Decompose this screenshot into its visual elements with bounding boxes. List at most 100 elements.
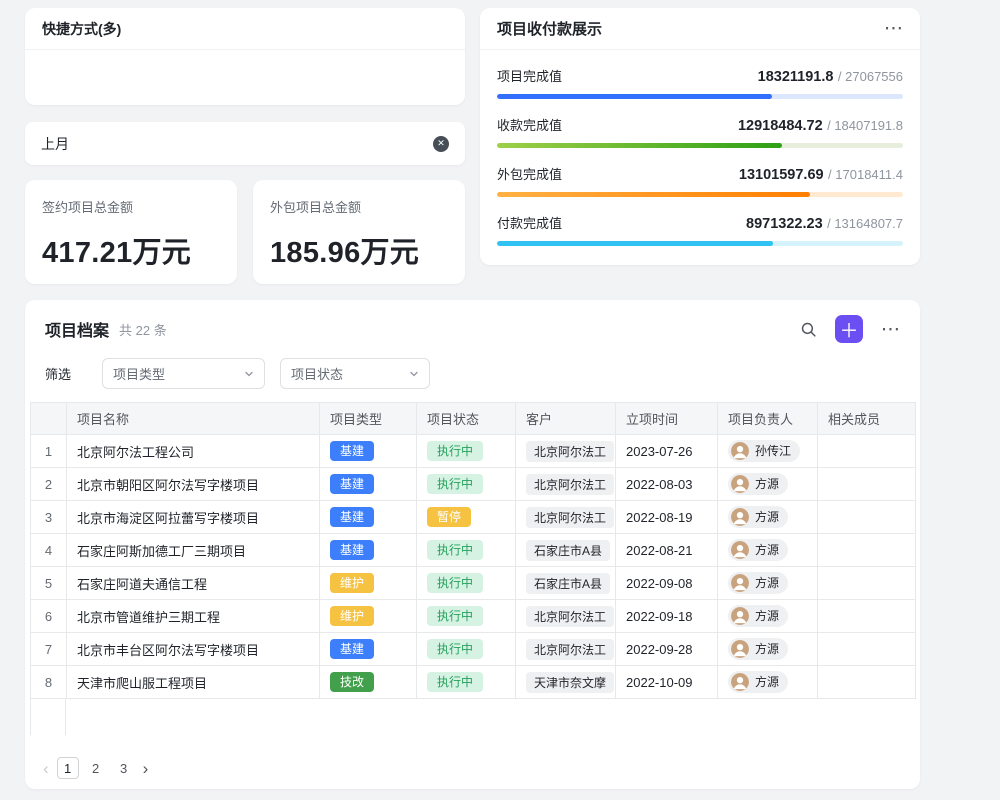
avatar [731,607,749,625]
month-filter[interactable]: 上月 ✕ [25,122,465,165]
next-page-icon[interactable]: › [141,760,151,777]
column-header[interactable]: 项目负责人 [718,403,818,435]
status-tag: 执行中 [427,441,483,461]
progress-bar [497,143,903,148]
table-row[interactable]: 8 天津市爬山服工程项目 技改 执行中 天津市奈文摩 2022-10-09 方源 [31,666,916,699]
projects-title: 项目档案 [45,317,109,341]
members-cell [818,468,916,501]
owner-name: 方源 [755,673,779,690]
new-row-strip[interactable] [30,699,66,735]
stat-value: 417.21万元 [42,229,220,271]
project-status-cell: 执行中 [417,468,516,501]
project-type-cell: 基建 [320,633,417,666]
customer-tag: 北京阿尔法工 [526,507,614,528]
stat-card-outsourced: 外包项目总金额 185.96万元 [253,180,465,284]
owner-cell: 方源 [718,501,818,534]
avatar [731,673,749,691]
column-header[interactable]: 项目状态 [417,403,516,435]
avatar [731,508,749,526]
more-icon[interactable]: ⋯ [884,19,903,38]
avatar [731,442,749,460]
table-row[interactable]: 4 石家庄阿斯加德工厂三期项目 基建 执行中 石家庄市A县 2022-08-21… [31,534,916,567]
column-header[interactable]: 立项时间 [616,403,718,435]
metric-value: 18321191.8 [758,69,834,85]
status-tag: 执行中 [427,639,483,659]
page-list: 123 [57,757,135,779]
table-row[interactable]: 7 北京市丰台区阿尔法写字楼项目 基建 执行中 北京阿尔法工 2022-09-2… [31,633,916,666]
customer-tag: 石家庄市A县 [526,573,610,594]
column-header[interactable]: 客户 [516,403,616,435]
start-date-cell: 2022-09-08 [616,567,718,600]
status-tag: 执行中 [427,672,483,692]
table-row[interactable]: 3 北京市海淀区阿拉蕾写字楼项目 基建 暂停 北京阿尔法工 2022-08-19… [31,501,916,534]
members-cell [818,534,916,567]
table-row[interactable]: 1 北京阿尔法工程公司 基建 执行中 北京阿尔法工 2023-07-26 孙传江 [31,435,916,468]
customer-cell: 石家庄市A县 [516,534,616,567]
column-header[interactable]: 项目类型 [320,403,417,435]
progress-fill [497,143,782,148]
column-header[interactable]: 项目名称 [67,403,320,435]
row-number-header [31,403,67,435]
type-tag: 技改 [330,672,374,692]
status-tag: 执行中 [427,573,483,593]
chevron-down-icon [409,369,419,379]
project-status-cell: 执行中 [417,633,516,666]
avatar [731,574,749,592]
owner-pill: 方源 [728,473,788,495]
payments-title: 项目收付款展示 [497,18,602,39]
metric-row: 项目完成值 18321191.8 / 27067556 [497,66,903,99]
record-count: 共 22 条 [119,320,167,339]
page-button[interactable]: 2 [85,757,107,779]
card-actions: ＋ ⋯ [800,315,900,343]
more-icon[interactable]: ⋯ [881,320,900,339]
row-number: 5 [31,567,67,600]
start-date-cell: 2022-08-21 [616,534,718,567]
customer-tag: 北京阿尔法工 [526,606,614,627]
status-tag: 执行中 [427,474,483,494]
stat-label: 外包项目总金额 [270,197,448,216]
project-type-cell: 基建 [320,468,417,501]
type-tag: 基建 [330,540,374,560]
table-row[interactable]: 2 北京市朝阳区阿尔法写字楼项目 基建 执行中 北京阿尔法工 2022-08-0… [31,468,916,501]
status-tag: 暂停 [427,507,471,527]
filter-dropdown-project-type[interactable]: 项目类型 [102,358,265,389]
owner-name: 方源 [755,640,779,657]
clear-icon[interactable]: ✕ [433,136,449,152]
column-header[interactable]: 相关成员 [818,403,916,435]
members-cell [818,666,916,699]
project-type-cell: 维护 [320,600,417,633]
search-icon[interactable] [800,321,817,338]
add-record-button[interactable]: ＋ [835,315,863,343]
owner-name: 方源 [755,508,779,525]
row-number: 1 [31,435,67,468]
owner-pill: 方源 [728,638,788,660]
filter-dropdown-project-status[interactable]: 项目状态 [280,358,430,389]
dropdown-value: 项目状态 [291,364,343,383]
status-tag: 执行中 [427,540,483,560]
project-status-cell: 执行中 [417,567,516,600]
prev-page-icon[interactable]: ‹ [41,760,51,777]
owner-pill: 方源 [728,539,788,561]
project-status-cell: 执行中 [417,435,516,468]
type-tag: 基建 [330,474,374,494]
shortcuts-title: 快捷方式(多) [42,19,121,39]
metric-value: 8971322.23 [746,216,823,232]
owner-cell: 方源 [718,633,818,666]
payments-card-header: 项目收付款展示 ⋯ [480,8,920,50]
start-date-cell: 2022-10-09 [616,666,718,699]
owner-cell: 方源 [718,567,818,600]
month-filter-label: 上月 [41,134,69,154]
chevron-down-icon [244,369,254,379]
table-row[interactable]: 6 北京市管道维护三期工程 维护 执行中 北京阿尔法工 2022-09-18 方… [31,600,916,633]
owner-name: 方源 [755,574,779,591]
row-number: 7 [31,633,67,666]
metrics-list: 项目完成值 18321191.8 / 27067556 收款完成值 129184… [480,50,920,246]
shortcuts-card-header: 快捷方式(多) [25,8,465,50]
page-button[interactable]: 1 [57,757,79,779]
table-row[interactable]: 5 石家庄阿道夫通信工程 维护 执行中 石家庄市A县 2022-09-08 方源 [31,567,916,600]
project-name-cell: 石家庄阿斯加德工厂三期项目 [67,534,320,567]
type-tag: 基建 [330,507,374,527]
customer-tag: 北京阿尔法工 [526,639,614,660]
metric-row: 付款完成值 8971322.23 / 13164807.7 [497,213,903,246]
page-button[interactable]: 3 [113,757,135,779]
